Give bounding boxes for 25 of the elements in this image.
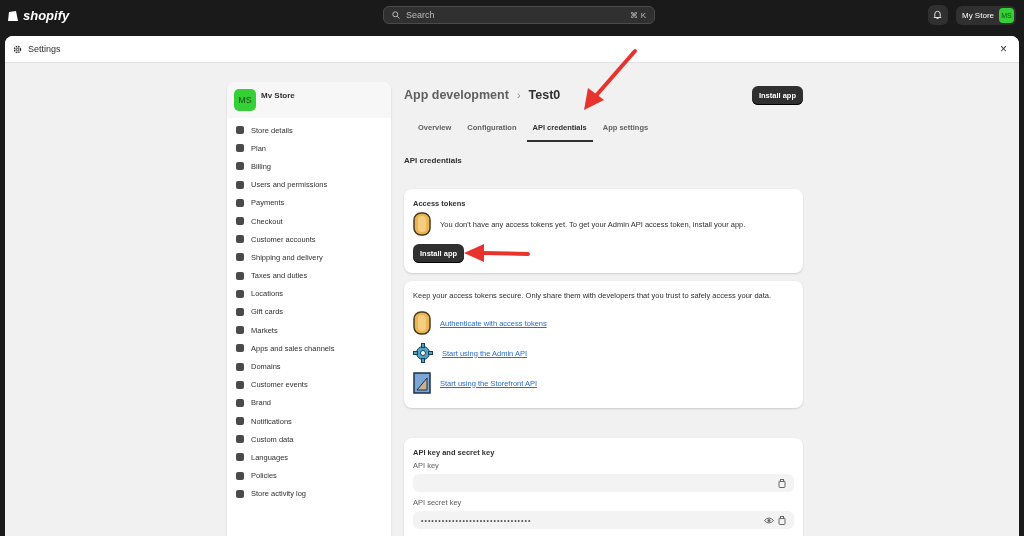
search-input[interactable]: Search (406, 10, 625, 20)
store-avatar: MS (234, 89, 256, 111)
shopify-logo[interactable]: shopify (8, 7, 128, 23)
key-field[interactable] (413, 474, 794, 492)
store-name: Mv Store (261, 91, 295, 100)
gear-icon (413, 343, 433, 363)
coin-icon (413, 311, 431, 335)
settings-icon (13, 44, 22, 54)
eye-icon[interactable] (764, 516, 774, 524)
document-icon (413, 372, 431, 394)
page-title: Test0 (528, 88, 562, 102)
copy-icon[interactable] (778, 478, 786, 488)
arrow-annotation (462, 242, 530, 264)
copy-icon[interactable] (778, 515, 786, 525)
shortcut-hint: ⌘ K (630, 10, 646, 20)
breadcrumb-link[interactable]: App development (404, 88, 509, 102)
search-icon (392, 11, 400, 19)
close-button[interactable]: × (996, 42, 1011, 56)
notifications-button[interactable] (928, 5, 948, 25)
search-field[interactable]: Search ⌘ K (383, 6, 655, 24)
window-title: Settings (28, 44, 62, 54)
section-heading: API credentials (404, 156, 463, 165)
breadcrumb-separator: › (516, 89, 521, 101)
coin-icon (413, 212, 431, 236)
bell-icon (933, 10, 943, 20)
